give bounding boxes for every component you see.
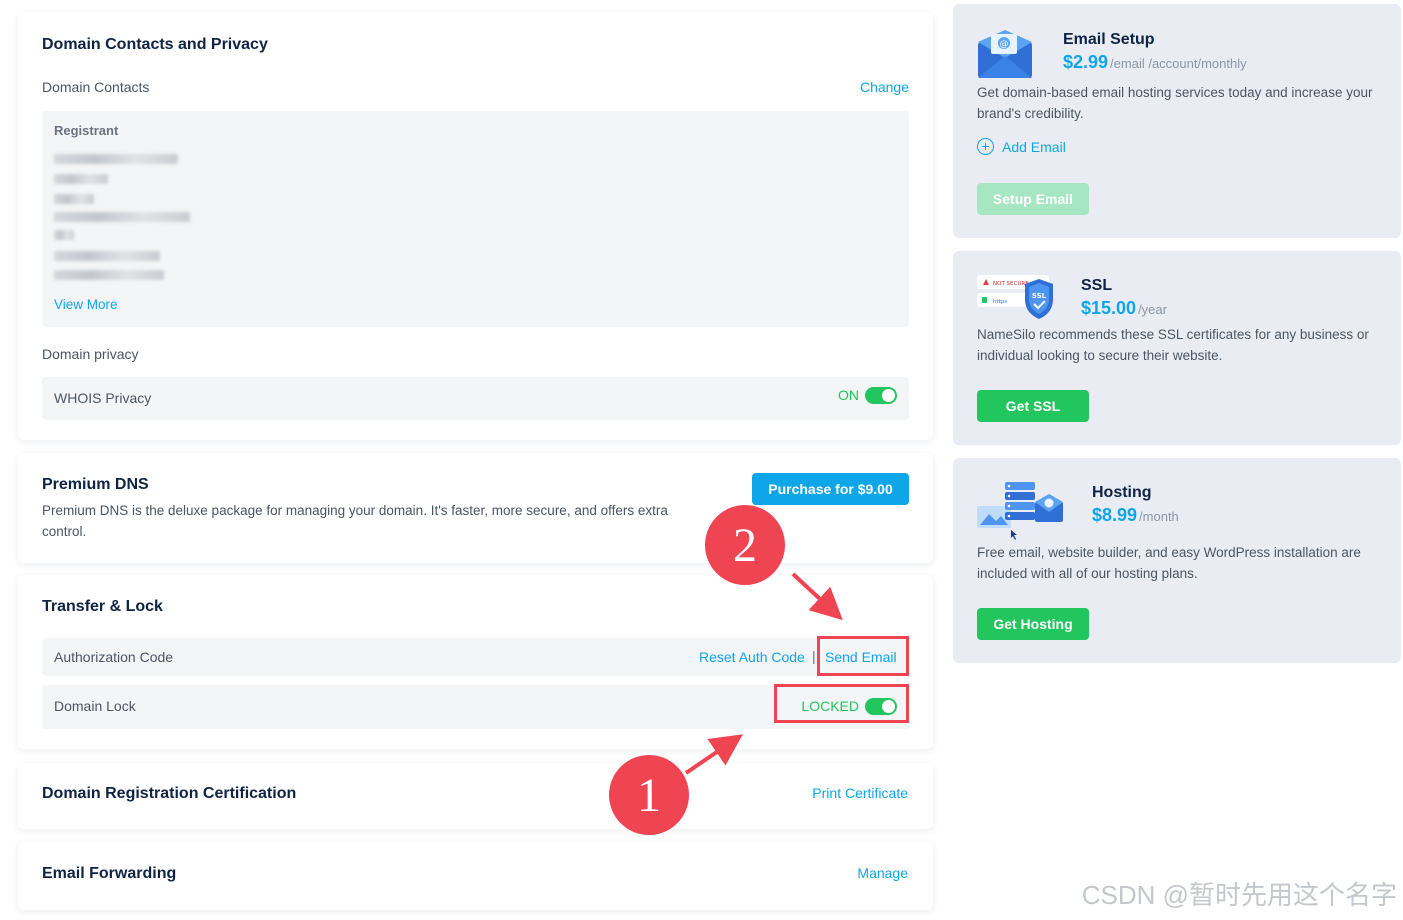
certification-card: Domain Registration Certification Print …: [18, 763, 933, 829]
email-price-unit: /email /account/monthly: [1110, 56, 1247, 71]
ssl-card: NOT SECURE https SSL SSL $15.00/year Nam…: [953, 251, 1401, 445]
purchase-premium-dns-button[interactable]: Purchase for $9.00: [752, 473, 909, 505]
email-forwarding-title: Email Forwarding: [42, 865, 177, 882]
hosting-title: Hosting: [1092, 484, 1152, 501]
setup-email-button[interactable]: Setup Email: [977, 183, 1089, 215]
hosting-price: $8.99/month: [1092, 505, 1179, 526]
hosting-description: Free email, website builder, and easy Wo…: [977, 545, 1361, 581]
domain-privacy-label: Domain privacy: [42, 346, 139, 362]
hosting-price-unit: /month: [1139, 509, 1179, 524]
authorization-code-label: Authorization Code: [54, 649, 174, 665]
section-title: Domain Contacts and Privacy: [42, 36, 268, 53]
add-email-label: Add Email: [1002, 138, 1066, 155]
premium-dns-description: Premium DNS is the deluxe package for ma…: [42, 503, 668, 539]
add-email-link[interactable]: + Add Email: [977, 138, 1066, 155]
ssl-price-value: $15.00: [1081, 298, 1137, 318]
manage-forwarding-link[interactable]: Manage: [857, 865, 908, 881]
send-email-highlight-box: [817, 636, 909, 676]
registrant-label: Registrant: [54, 123, 119, 138]
ssl-price-unit: /year: [1138, 302, 1167, 317]
ssl-shield-icon: NOT SECURE https SSL: [977, 275, 1057, 323]
domain-contacts-privacy-card: Domain Contacts and Privacy Domain Conta…: [18, 12, 933, 440]
reset-auth-code-link[interactable]: Reset Auth Code: [699, 649, 805, 665]
ssl-icon-https-text: https: [993, 299, 1007, 305]
whois-status-text: ON: [838, 387, 859, 403]
view-more-link[interactable]: View More: [54, 297, 118, 312]
registrant-panel: Registrant View More: [42, 111, 909, 327]
premium-dns-title: Premium DNS: [42, 476, 149, 493]
hosting-card: Hosting $8.99/month Free email, website …: [953, 458, 1401, 663]
whois-privacy-toggle[interactable]: [865, 387, 897, 404]
domain-lock-label: Domain Lock: [54, 698, 136, 714]
get-hosting-button[interactable]: Get Hosting: [977, 608, 1089, 640]
annotation-badge-1: 1: [609, 755, 689, 835]
ssl-icon-badge-text: SSL: [1032, 292, 1047, 300]
hosting-server-icon: [977, 480, 1069, 540]
ssl-description: NameSilo recommends these SSL certificat…: [977, 327, 1369, 363]
email-setup-description: Get domain-based email hosting services …: [977, 85, 1373, 121]
svg-text:@: @: [1000, 40, 1009, 50]
ssl-title: SSL: [1081, 277, 1113, 294]
whois-privacy-label: WHOIS Privacy: [54, 390, 152, 406]
transfer-lock-title: Transfer & Lock: [42, 598, 163, 615]
change-contacts-link[interactable]: Change: [860, 79, 909, 95]
print-certificate-link[interactable]: Print Certificate: [812, 785, 908, 801]
whois-privacy-row: WHOIS Privacy ON: [42, 377, 909, 420]
ssl-icon-not-secure-text: NOT SECURE: [993, 281, 1029, 287]
email-price-value: $2.99: [1063, 52, 1109, 72]
link-separator: |: [812, 648, 816, 664]
add-circle-icon: +: [977, 138, 994, 155]
email-setup-title: Email Setup: [1063, 31, 1155, 48]
ssl-price: $15.00/year: [1081, 298, 1167, 319]
email-price: $2.99/email /account/monthly: [1063, 52, 1247, 73]
domain-lock-highlight-box: [774, 684, 909, 723]
csdn-watermark: CSDN @暂时先用这个名字: [1081, 880, 1397, 910]
email-envelope-icon: @: [977, 28, 1035, 80]
email-setup-card: @ Email Setup $2.99/email /account/month…: [953, 4, 1401, 238]
domain-contacts-label: Domain Contacts: [42, 79, 150, 95]
authorization-code-row: Authorization Code Reset Auth Code | Sen…: [42, 638, 909, 676]
annotation-badge-2: 2: [705, 505, 785, 585]
email-forwarding-card: Email Forwarding Manage: [18, 842, 933, 910]
certification-title: Domain Registration Certification: [42, 785, 297, 802]
get-ssl-button[interactable]: Get SSL: [977, 390, 1089, 422]
premium-dns-card: Premium DNS Premium DNS is the deluxe pa…: [18, 453, 933, 563]
hosting-price-value: $8.99: [1092, 505, 1138, 525]
